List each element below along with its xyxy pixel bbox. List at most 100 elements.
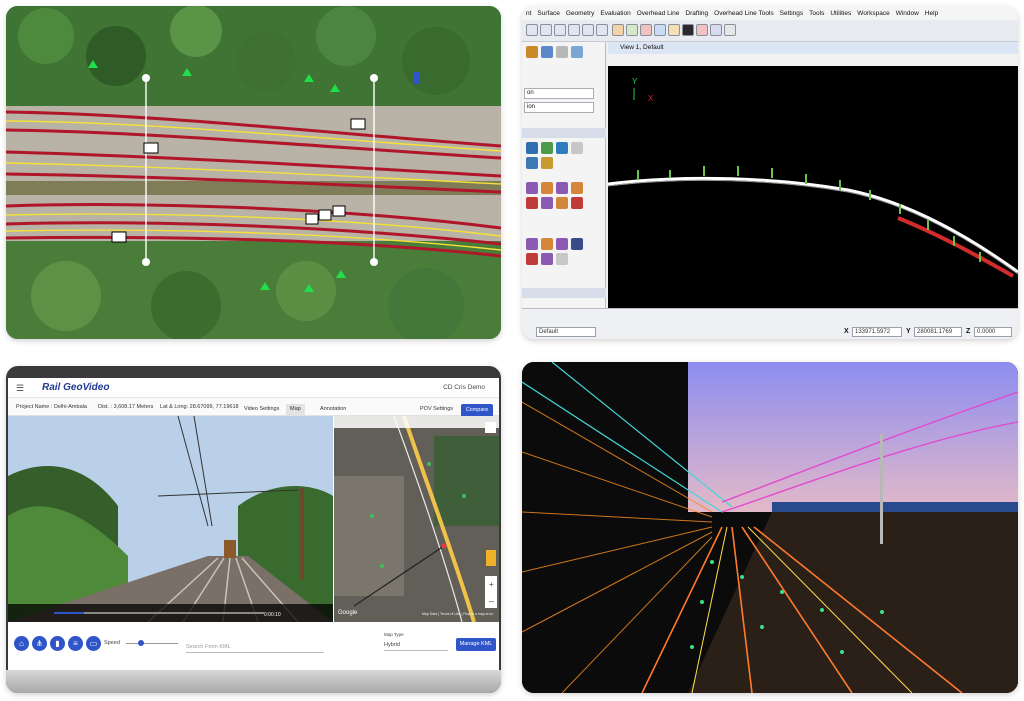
tool-icon[interactable] <box>526 253 538 265</box>
hamburger-menu-icon[interactable]: ☰ <box>16 383 24 394</box>
video-player[interactable]: 0:00:10 <box>8 416 333 622</box>
tool-icon[interactable] <box>556 253 568 265</box>
pov-settings-button[interactable]: POV Settings <box>416 404 457 415</box>
app-title: Rail GeoVideo <box>42 382 110 393</box>
download-icon[interactable]: ▮ <box>50 636 65 651</box>
tool-icon[interactable] <box>526 157 538 169</box>
toolbar-button[interactable] <box>568 24 580 36</box>
cad-toolbar <box>522 20 1018 42</box>
project-info-bar: Project Name : Delhi-Ambala Dist. : 3,60… <box>8 398 499 417</box>
toolbar-button[interactable] <box>526 24 538 36</box>
tool-icon[interactable] <box>556 46 568 58</box>
tool-icon[interactable] <box>526 142 538 154</box>
speed-slider-thumb[interactable] <box>138 640 144 646</box>
tool-icon[interactable] <box>541 197 553 209</box>
menu-item-tools[interactable]: Tools <box>809 10 824 17</box>
z-coordinate-field[interactable]: 0.0000 <box>974 327 1012 337</box>
tool-icon[interactable] <box>571 46 583 58</box>
view-toolbar[interactable] <box>608 54 1018 66</box>
menu-item-evaluation[interactable]: Evaluation <box>600 10 630 17</box>
map-attribution[interactable]: Map Data | Terms of Use | Report a map e… <box>422 612 493 616</box>
menu-item-overhead-line-tools[interactable]: Overhead Line Tools <box>714 10 774 17</box>
x-axis-label: X <box>648 94 654 103</box>
speed-label: Speed <box>104 640 120 646</box>
toolbar-button[interactable] <box>540 24 552 36</box>
toolbar-button[interactable] <box>612 24 624 36</box>
menu-item-drafting[interactable]: Drafting <box>685 10 708 17</box>
tool-dropdown[interactable]: on <box>524 88 594 99</box>
tool-icon[interactable] <box>541 253 553 265</box>
cad-tool-panel: on ion <box>522 42 606 308</box>
tool-dropdown[interactable]: ion <box>524 102 594 113</box>
tab-annotation[interactable]: Annotation <box>316 404 350 415</box>
tool-icon[interactable] <box>526 197 538 209</box>
tab-map[interactable]: Map <box>286 404 305 415</box>
satellite-map[interactable]: + – Google Map Data | Terms of Use | Rep… <box>334 416 499 622</box>
tool-icon[interactable] <box>526 46 538 58</box>
toolbar-button[interactable] <box>582 24 594 36</box>
y-axis-label: Y <box>632 77 638 86</box>
tool-icon[interactable] <box>571 238 583 250</box>
menu-item-window[interactable]: Window <box>896 10 919 17</box>
tool-icon[interactable] <box>541 157 553 169</box>
lat-long: Lat & Long: 28.67099, 77.19618 <box>160 404 239 410</box>
toolbar-button[interactable] <box>640 24 652 36</box>
menu-item[interactable]: nt <box>526 10 531 17</box>
tool-icon[interactable] <box>571 197 583 209</box>
menu-item-utilities[interactable]: Utilities <box>830 10 851 17</box>
toolbar-button[interactable] <box>682 24 694 36</box>
distance: Dist. : 3,608.17 Meters <box>98 404 154 410</box>
cad-view-window[interactable]: View 1, Default Y X <box>608 42 1018 308</box>
tool-icon[interactable] <box>541 142 553 154</box>
laptop-base <box>6 670 501 693</box>
toolbar-button[interactable] <box>724 24 736 36</box>
x-coordinate-field[interactable]: 133971.5972 <box>852 327 902 337</box>
user-badge[interactable]: CD Cris Demo <box>443 384 485 391</box>
aerial-map <box>6 6 501 339</box>
toolbar-button[interactable] <box>596 24 608 36</box>
toolbar-button[interactable] <box>696 24 708 36</box>
list-icon[interactable]: ≡ <box>68 636 83 651</box>
tool-icon[interactable] <box>541 46 553 58</box>
share-icon[interactable]: ⋔ <box>32 636 47 651</box>
tool-icon[interactable] <box>556 142 568 154</box>
map-type-select[interactable]: Hybrid <box>384 642 448 651</box>
level-selector[interactable]: Default <box>536 327 596 337</box>
menu-item-help[interactable]: Help <box>925 10 938 17</box>
menu-item-surface[interactable]: Surface <box>537 10 559 17</box>
tool-section-header[interactable] <box>522 128 606 138</box>
camera-icon[interactable]: ▭ <box>86 636 101 651</box>
tool-icon[interactable] <box>571 182 583 194</box>
tab-video-settings[interactable]: Video Settings <box>240 404 283 415</box>
tool-icon[interactable] <box>541 182 553 194</box>
manage-kml-button[interactable]: Manage KML <box>456 638 496 651</box>
tool-icon[interactable] <box>526 182 538 194</box>
toolbar-button[interactable] <box>654 24 666 36</box>
tool-icons-edit <box>526 238 583 265</box>
toolbar-button[interactable] <box>710 24 722 36</box>
tool-section-header[interactable] <box>522 288 606 298</box>
menu-item-settings[interactable]: Settings <box>780 10 804 17</box>
map-type-label: Map Type <box>384 632 404 637</box>
toolbar-button[interactable] <box>554 24 566 36</box>
speed-slider-track[interactable] <box>126 643 178 644</box>
y-coordinate-field[interactable]: 280081.1769 <box>914 327 962 337</box>
x-coordinate-label: X <box>844 328 849 335</box>
geovideo-screen: ☰ Rail GeoVideo CD Cris Demo Project Nam… <box>8 378 499 670</box>
tool-icon[interactable] <box>571 142 583 154</box>
kml-search-input[interactable]: Search From KML <box>186 644 324 653</box>
toolbar-button[interactable] <box>626 24 638 36</box>
tool-icon[interactable] <box>556 182 568 194</box>
menu-item-workspace[interactable]: Workspace <box>857 10 889 17</box>
tool-icon[interactable] <box>556 238 568 250</box>
tool-icon[interactable] <box>526 238 538 250</box>
aerial-survey-panel <box>6 6 501 339</box>
tool-icon[interactable] <box>541 238 553 250</box>
menu-item-geometry[interactable]: Geometry <box>566 10 595 17</box>
menu-item-overhead-line[interactable]: Overhead Line <box>637 10 680 17</box>
toolbar-button[interactable] <box>668 24 680 36</box>
tool-icon[interactable] <box>556 197 568 209</box>
view-title: View 1, Default <box>608 42 1018 54</box>
google-logo: Google <box>338 610 358 616</box>
navigate-icon[interactable]: ⌂ <box>14 636 29 651</box>
